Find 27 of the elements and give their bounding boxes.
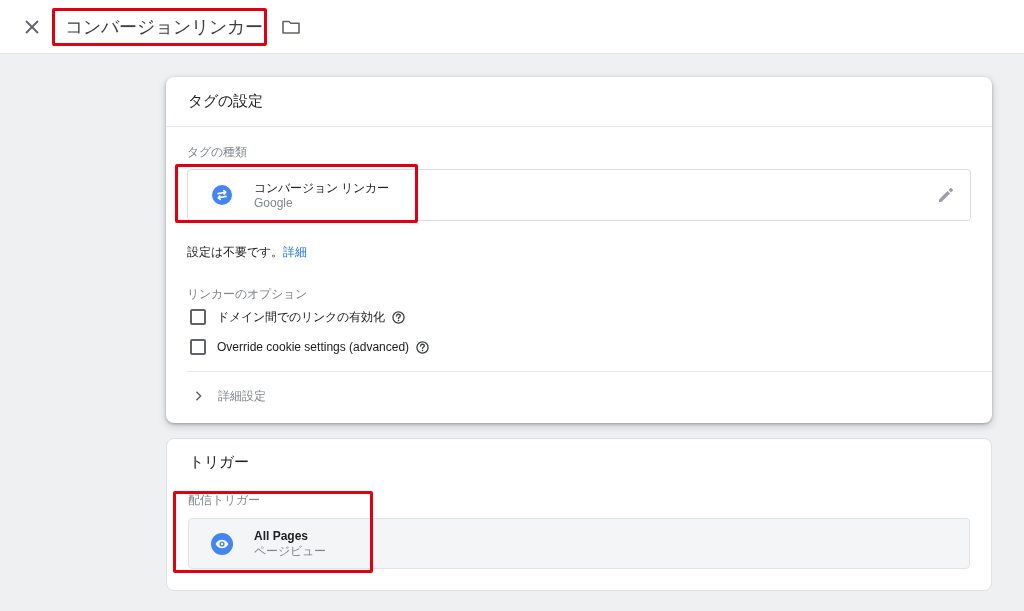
section-label: タグの種類 xyxy=(187,144,247,160)
option-label: Override cookie settings (advanced) xyxy=(217,340,410,354)
section-label: 配信トリガー xyxy=(188,492,260,508)
tag-type-selector[interactable]: コンバージョン リンカー Google xyxy=(187,169,971,221)
section-label: リンカーのオプション xyxy=(187,286,307,302)
advanced-settings-toggle[interactable]: 詳細設定 xyxy=(218,387,266,405)
trigger-item[interactable]: All Pages ページビュー xyxy=(188,518,970,569)
swap-arrows-icon xyxy=(212,185,232,205)
option-label: ドメイン間でのリンクの有効化 xyxy=(217,308,385,326)
chevron-icon[interactable] xyxy=(195,391,202,401)
card-title: トリガー xyxy=(189,452,249,472)
close-icon[interactable] xyxy=(25,19,39,34)
checkbox[interactable] xyxy=(190,309,206,325)
checkbox[interactable] xyxy=(190,339,206,355)
trigger-type: ページビュー xyxy=(254,544,326,559)
trigger-name: All Pages xyxy=(254,528,309,544)
help-icon[interactable] xyxy=(416,340,430,354)
card-title: タグの設定 xyxy=(188,92,263,111)
container-title[interactable]: コンバージョンリンカー xyxy=(65,14,263,39)
tag-type-vendor: Google xyxy=(254,195,293,211)
details-link[interactable]: 詳細 xyxy=(283,245,307,259)
tag-type-name: コンバージョン リンカー xyxy=(254,179,390,196)
folder-icon[interactable] xyxy=(282,19,300,34)
eye-icon xyxy=(211,532,233,555)
help-icon[interactable] xyxy=(392,310,405,324)
note-text: 設定は不要です。詳細 xyxy=(187,244,307,261)
pencil-icon[interactable] xyxy=(938,187,954,203)
